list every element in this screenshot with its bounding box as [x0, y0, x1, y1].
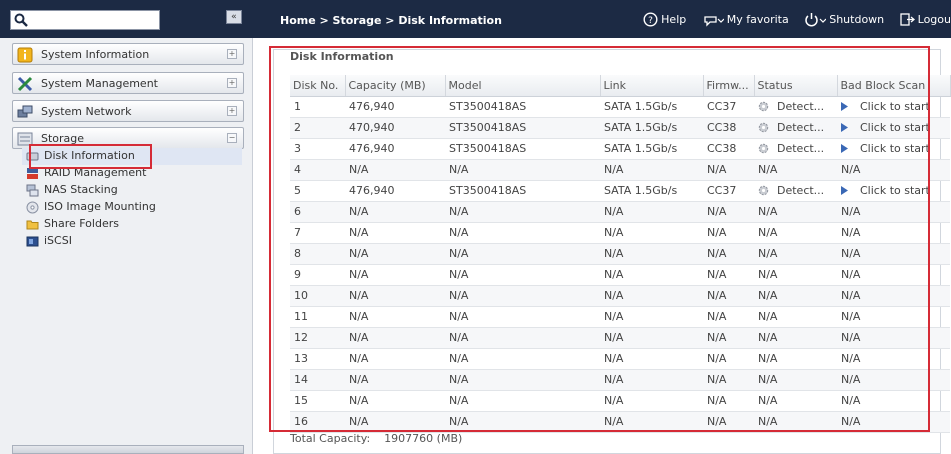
shutdown-button[interactable]: Shutdown [804, 12, 884, 27]
sidebar-category-system-management[interactable]: System Management + [12, 72, 244, 94]
help-button[interactable]: ? Help [643, 12, 686, 27]
stacking-icon [26, 184, 39, 197]
top-header: Home > Storage > Disk Information ? Help … [253, 0, 951, 38]
sidebar-item-label: Share Folders [44, 217, 119, 230]
svg-text:?: ? [648, 16, 653, 26]
logout-label: Logou [917, 13, 951, 26]
shutdown-label: Shutdown [829, 13, 885, 26]
total-capacity-value: 1907760 (MB) [384, 432, 463, 445]
sidebar-item-iscsi[interactable]: iSCSI [22, 233, 242, 250]
logout-icon [899, 13, 915, 26]
sidebar: « System Information + System Management… [0, 0, 253, 454]
iscsi-icon [26, 236, 39, 247]
sidebar-item-label: ISO Image Mounting [44, 200, 156, 213]
network-icon [17, 105, 33, 118]
search-input[interactable] [10, 10, 160, 30]
sidebar-category-system-network[interactable]: System Network + [12, 100, 244, 122]
highlight-box-disk-table [269, 46, 930, 432]
sidebar-bottom-bar [12, 445, 244, 454]
logout-button[interactable]: Logou [899, 12, 951, 27]
header-toolbar: ? Help My favorita Shutdown Logou [631, 12, 951, 30]
highlight-box-disk-information [29, 144, 152, 169]
sidebar-category-label: System Management [41, 77, 158, 90]
sidebar-category-label: System Information [41, 48, 150, 61]
expand-icon[interactable]: + [227, 106, 237, 116]
sidebar-item-iso-image-mounting[interactable]: ISO Image Mounting [22, 199, 242, 216]
sidebar-item-label: iSCSI [44, 234, 72, 247]
expand-icon[interactable]: + [227, 78, 237, 88]
iso-icon [26, 201, 39, 214]
power-icon [805, 13, 827, 27]
expand-icon[interactable]: + [227, 49, 237, 59]
collapse-icon[interactable]: − [227, 133, 237, 143]
breadcrumb: Home > Storage > Disk Information [280, 14, 502, 27]
sidebar-item-nas-stacking[interactable]: NAS Stacking [22, 182, 242, 199]
sidebar-item-share-folders[interactable]: Share Folders [22, 216, 242, 233]
collapse-sidebar-button[interactable]: « [226, 10, 242, 24]
help-icon: ? [643, 12, 658, 27]
total-capacity-label: Total Capacity: [290, 432, 371, 445]
sidebar-category-label: System Network [41, 105, 132, 118]
search-icon [14, 13, 28, 27]
favorite-label: My favorita [726, 13, 789, 26]
favorite-icon [704, 16, 725, 27]
tools-icon [17, 76, 33, 92]
sidebar-item-label: NAS Stacking [44, 183, 118, 196]
sidebar-search-bar: « [0, 0, 253, 38]
folder-icon [26, 220, 39, 230]
help-label: Help [661, 13, 687, 26]
my-favorite-button[interactable]: My favorita [702, 12, 789, 27]
total-capacity: Total Capacity: 1907760 (MB) [290, 432, 476, 445]
info-icon [17, 47, 33, 63]
sidebar-category-system-information[interactable]: System Information + [12, 43, 244, 65]
